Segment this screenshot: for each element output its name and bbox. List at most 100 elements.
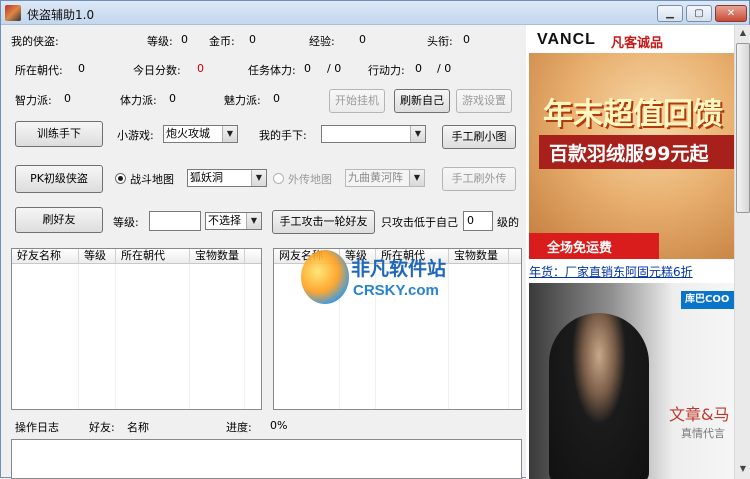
level-value: 0: [181, 33, 188, 46]
ad-text-link[interactable]: 年货：厂家直销东阿固元糕6折: [529, 263, 693, 280]
app-icon: [5, 5, 21, 21]
my-character-label: 我的侠盗:: [11, 35, 59, 48]
train-minion-button[interactable]: 训练手下: [15, 121, 103, 147]
ad-banner-vancl[interactable]: VANCL 凡客诚品 年末超值回馈 百款羽绒服99元起 全场免运费: [529, 27, 735, 259]
pk-primary-button[interactable]: PK初级侠盗: [15, 165, 103, 193]
gold-value: 0: [249, 33, 256, 46]
level-filter-select-value: 不选择: [208, 214, 241, 227]
friends-list-header: 好友名称 等级 所在朝代 宝物数量: [12, 249, 261, 264]
progress-label: 进度:: [226, 421, 252, 434]
battle-map-radio[interactable]: [115, 173, 126, 184]
ad-logo2: 库巴COO: [681, 291, 735, 309]
manual-map-button[interactable]: 手工刷小图: [442, 125, 516, 149]
attack-below-input[interactable]: 0: [463, 211, 493, 231]
today-score-label: 今日分数:: [133, 64, 181, 77]
outer-map-select[interactable]: 九曲黄河阵 ▼: [345, 169, 425, 187]
attack-below-value: 0: [467, 214, 474, 227]
outer-map-select-value: 九曲黄河阵: [348, 171, 403, 184]
title-rank-value: 0: [463, 33, 470, 46]
dynasty-label: 所在朝代:: [15, 64, 63, 77]
intellect-faction-value: 0: [64, 92, 71, 105]
battle-map-select[interactable]: 狐妖洞 ▼: [187, 169, 267, 187]
ad-banner-coo8[interactable]: 库巴COO 文章&马 真情代言: [529, 283, 735, 479]
ad-brand: VANCL: [537, 31, 596, 48]
watermark-cn: 非凡软件站: [351, 258, 447, 280]
my-minion-label: 我的手下:: [259, 129, 307, 142]
ad-subline: 百款羽绒服99元起: [549, 143, 709, 165]
level-label: 等级:: [147, 35, 173, 48]
my-minion-select[interactable]: ▼: [321, 125, 426, 143]
ad-headline: 年末超值回馈: [543, 97, 723, 132]
chevron-down-icon: ▼: [409, 170, 424, 186]
charm-faction-label: 魅力派:: [224, 94, 261, 107]
ad-endorser: 文章&马: [669, 405, 730, 424]
main-window: 侠盗辅助1.0 ▁ ▢ ✕ 我的侠盗: 等级: 0 金币: 0 经验: 0 头衔…: [0, 0, 750, 479]
maximize-button[interactable]: ▢: [686, 5, 712, 22]
column-divider: [190, 264, 245, 409]
attack-below-label: 只攻击低于自己: [381, 216, 458, 229]
chevron-down-icon: ▼: [251, 170, 266, 186]
action-power-label: 行动力:: [368, 64, 405, 77]
manual-outer-button[interactable]: 手工刷外传: [442, 167, 516, 191]
ad-person-image: [549, 313, 649, 479]
ad-brand-cn: 凡客诚品: [611, 36, 664, 51]
minigame-label: 小游戏:: [117, 129, 154, 142]
today-score-value: 0: [197, 62, 204, 75]
friends-list[interactable]: 好友名称 等级 所在朝代 宝物数量: [11, 248, 262, 410]
exp-label: 经验:: [309, 35, 335, 48]
gold-label: 金币:: [209, 35, 235, 48]
exp-value: 0: [359, 33, 366, 46]
ad-shipping-text: 全场免运费: [547, 241, 613, 256]
window-title: 侠盗辅助1.0: [27, 8, 95, 22]
friend-status-value: 名称: [127, 421, 149, 434]
column-header[interactable]: 好友名称: [12, 249, 79, 264]
chevron-down-icon: ▼: [246, 213, 261, 229]
site-watermark: 非凡软件站 CRSKY.com: [301, 248, 453, 308]
scroll-up-icon[interactable]: ▲: [735, 25, 750, 41]
start-hangup-button[interactable]: 开始挂机: [329, 89, 385, 113]
action-power-max: / 0: [437, 62, 452, 75]
watermark-logo-icon: [301, 250, 349, 304]
log-label: 操作日志: [15, 421, 59, 434]
battle-map-select-value: 狐妖洞: [190, 171, 223, 184]
operation-log[interactable]: [11, 439, 522, 479]
title-bar[interactable]: 侠盗辅助1.0 ▁ ▢ ✕: [1, 1, 749, 25]
column-divider: [449, 264, 509, 409]
manual-attack-button[interactable]: 手工攻击一轮好友: [272, 210, 375, 234]
progress-value: 0%: [270, 419, 288, 432]
refresh-friends-button[interactable]: 刷好友: [15, 207, 103, 233]
charm-faction-value: 0: [273, 92, 280, 105]
action-power-value: 0: [415, 62, 422, 75]
level-input[interactable]: [149, 211, 201, 231]
level-filter-label: 等级:: [113, 216, 139, 229]
column-header[interactable]: 宝物数量: [449, 249, 509, 264]
battle-map-label: 战斗地图: [130, 173, 174, 186]
strength-faction-label: 体力派:: [120, 94, 157, 107]
column-header[interactable]: 等级: [79, 249, 116, 264]
level-filter-select[interactable]: 不选择 ▼: [205, 212, 262, 230]
ad-scrollbar[interactable]: ▲ ▼: [734, 25, 750, 479]
minigame-select-value: 炮火攻城: [166, 127, 210, 140]
minigame-select[interactable]: 炮火攻城 ▼: [163, 125, 238, 143]
strength-faction-value: 0: [169, 92, 176, 105]
column-header[interactable]: 所在朝代: [116, 249, 190, 264]
ad-panel: VANCL 凡客诚品 年末超值回馈 百款羽绒服99元起 全场免运费 年货：厂家直…: [526, 25, 750, 479]
close-button[interactable]: ✕: [715, 5, 747, 22]
intellect-faction-label: 智力派:: [15, 94, 52, 107]
column-divider: [79, 264, 116, 409]
outer-map-radio[interactable]: [273, 173, 284, 184]
task-stamina-value: 0: [304, 62, 311, 75]
outer-map-label: 外传地图: [288, 173, 332, 186]
minimize-button[interactable]: ▁: [657, 5, 683, 22]
column-header[interactable]: 宝物数量: [190, 249, 245, 264]
scroll-down-icon[interactable]: ▼: [735, 461, 750, 477]
watermark-en: CRSKY.com: [353, 282, 439, 299]
dynasty-value: 0: [78, 62, 85, 75]
chevron-down-icon: ▼: [410, 126, 425, 142]
scroll-thumb[interactable]: [736, 43, 750, 213]
game-settings-button[interactable]: 游戏设置: [456, 89, 512, 113]
refresh-self-button[interactable]: 刷新自己: [394, 89, 450, 113]
ad-tagline: 真情代言: [681, 427, 725, 440]
chevron-down-icon: ▼: [222, 126, 237, 142]
title-rank-label: 头衔:: [427, 35, 453, 48]
